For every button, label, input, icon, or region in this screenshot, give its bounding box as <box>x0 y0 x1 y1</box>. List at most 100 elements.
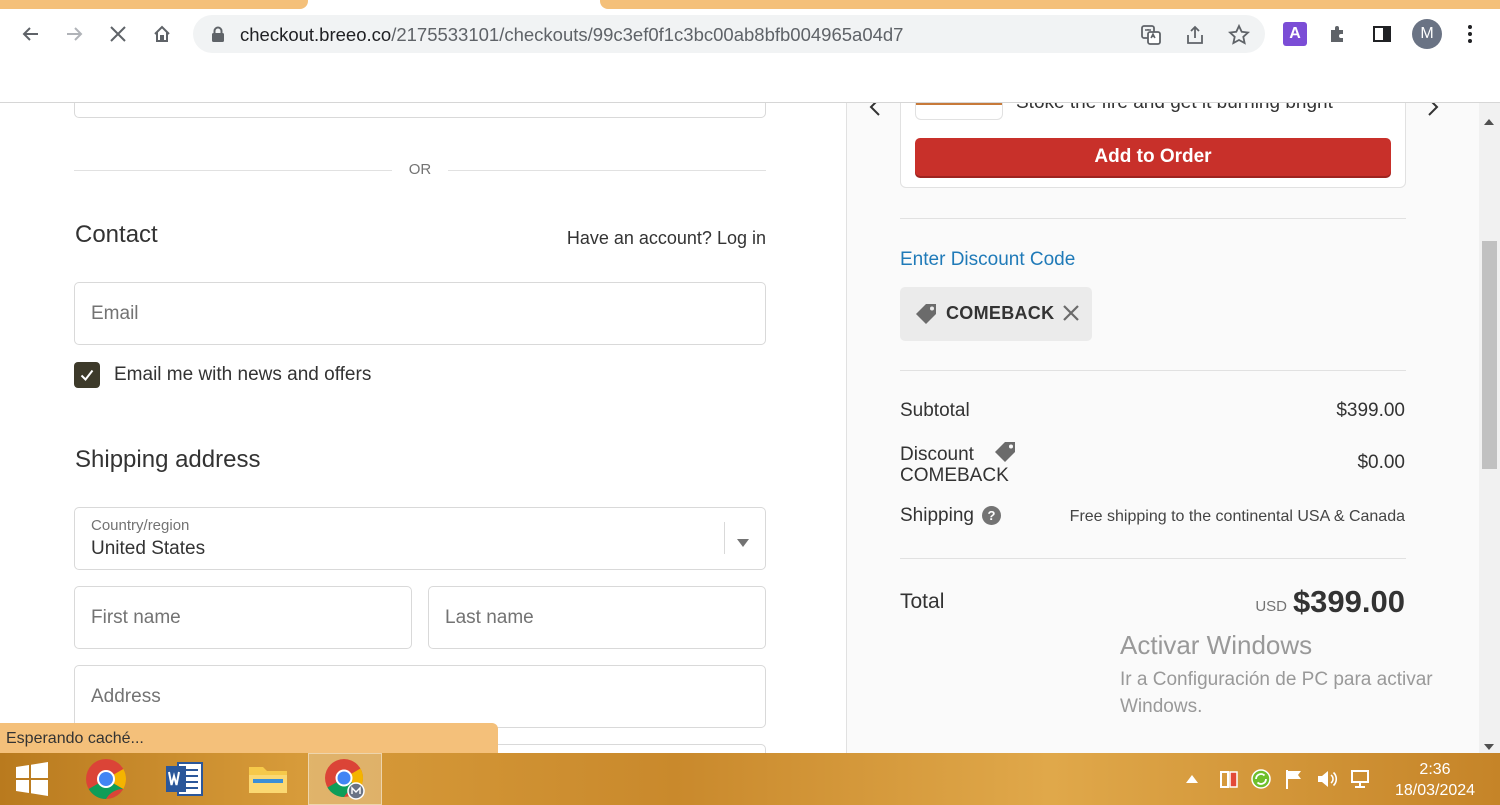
extension-a-button[interactable]: A <box>1281 20 1309 48</box>
loading-status-bubble: Esperando caché... <box>0 723 498 753</box>
url-text: checkout.breeo.co/2175533101/checkouts/9… <box>240 24 903 46</box>
tray-network-icon[interactable] <box>1348 767 1372 791</box>
close-icon <box>1063 305 1079 321</box>
first-name-field[interactable]: First name <box>74 586 412 649</box>
taskbar-file-explorer[interactable] <box>230 753 306 805</box>
email-field[interactable]: Email <box>74 282 766 345</box>
or-divider-left <box>74 170 392 171</box>
last-name-placeholder: Last name <box>445 607 534 628</box>
start-button[interactable] <box>0 753 64 805</box>
enter-discount-code-link[interactable]: Enter Discount Code <box>900 249 1075 271</box>
question-icon[interactable]: ? <box>981 506 1001 526</box>
summary-divider <box>900 370 1406 371</box>
back-button[interactable] <box>16 19 46 49</box>
activation-watermark-subtitle: Ir a Configuración de PC para activar Wi… <box>1120 669 1433 717</box>
or-divider-right <box>448 170 766 171</box>
chrome-profile-icon <box>325 759 365 800</box>
discount-code-text: COMEBACK <box>946 303 1055 323</box>
chevron-down-icon <box>737 534 749 552</box>
extension-a-icon: A <box>1283 22 1307 46</box>
tab-strip <box>0 0 1500 9</box>
side-panel-icon[interactable] <box>1368 20 1396 48</box>
lock-icon <box>211 26 225 48</box>
profile-avatar[interactable]: M <box>1412 19 1442 49</box>
tray-flag-icon[interactable] <box>1282 767 1306 791</box>
or-divider-text: OR <box>408 161 432 178</box>
express-checkout-field[interactable] <box>74 103 766 118</box>
taskbar-clock[interactable]: 2:36 18/03/2024 <box>1380 759 1490 801</box>
url-path: /2175533101/checkouts/99c3ef0f1c3bc00ab8… <box>391 24 904 45</box>
login-prompt: Have an account? Log in <box>567 228 766 249</box>
taskbar-word[interactable] <box>152 753 216 805</box>
menu-kebab-icon[interactable] <box>1456 20 1484 48</box>
tray-overflow-chevron-icon[interactable] <box>1180 767 1204 791</box>
chevron-right-icon <box>1428 103 1439 116</box>
home-icon <box>154 25 170 42</box>
remove-discount-button[interactable] <box>1062 304 1080 327</box>
tray-device-icon[interactable] <box>1217 767 1241 791</box>
total-currency: USD <box>1255 598 1287 615</box>
stop-loading-button[interactable] <box>103 19 133 49</box>
arrow-right-icon <box>67 27 83 41</box>
shipping-label-row: Shipping? <box>900 505 1001 527</box>
taskbar-chrome-active[interactable] <box>308 753 382 805</box>
share-icon[interactable] <box>1184 24 1206 46</box>
login-link[interactable]: Log in <box>717 228 766 248</box>
country-select[interactable]: Country/region United States <box>74 507 766 570</box>
last-name-field[interactable]: Last name <box>428 586 766 649</box>
tab-strip-accent-right <box>600 0 1500 9</box>
summary-divider <box>900 218 1406 219</box>
address-placeholder: Address <box>91 686 161 707</box>
close-icon <box>110 26 126 42</box>
clock-time: 2:36 <box>1419 761 1451 778</box>
translate-icon[interactable] <box>1140 24 1162 46</box>
browser-toolbar: checkout.breeo.co/2175533101/checkouts/9… <box>0 9 1500 59</box>
page-scrollbar[interactable] <box>1479 103 1500 753</box>
summary-divider <box>900 558 1406 559</box>
shipping-address-heading: Shipping address <box>75 446 261 473</box>
checkmark-icon <box>80 369 94 381</box>
folder-icon <box>249 767 287 793</box>
scrollbar-thumb[interactable] <box>1482 241 1497 469</box>
extensions-puzzle-icon[interactable] <box>1324 20 1352 48</box>
windows-logo-icon <box>16 762 48 796</box>
address-bar[interactable]: checkout.breeo.co/2175533101/checkouts/9… <box>193 15 1265 53</box>
total-value: $399.00 <box>1292 584 1405 619</box>
subtotal-label: Subtotal <box>900 400 970 421</box>
upsell-description: Stoke the fire and get it burning bright <box>1016 103 1333 114</box>
tray-sync-icon[interactable] <box>1249 767 1273 791</box>
discount-value: $0.00 <box>1357 452 1405 473</box>
windows-taskbar: 2:36 18/03/2024 <box>0 753 1500 805</box>
arrow-left-icon <box>22 27 38 41</box>
tray-volume-icon[interactable] <box>1315 767 1339 791</box>
select-separator <box>724 522 725 554</box>
chevron-left-icon <box>869 103 880 116</box>
checkout-form-column: OR Contact Have an account? Log in Email… <box>0 103 846 753</box>
tab-strip-accent-left <box>0 0 308 9</box>
address-field[interactable]: Address <box>74 665 766 728</box>
clock-date: 18/03/2024 <box>1394 782 1476 799</box>
scroll-up-arrow-icon[interactable] <box>1484 112 1494 130</box>
total-label: Total <box>900 590 945 613</box>
profile-initial: M <box>1412 19 1442 49</box>
carousel-next-button[interactable] <box>1421 103 1445 119</box>
bookmark-star-icon[interactable] <box>1228 24 1250 46</box>
country-label: Country/region <box>91 517 190 534</box>
upsell-product-image <box>915 103 1003 120</box>
forward-button[interactable] <box>59 19 89 49</box>
chrome-icon <box>86 759 126 799</box>
discount-label: Discount <box>900 444 974 466</box>
first-name-placeholder: First name <box>91 607 181 628</box>
url-host: checkout.breeo.co <box>240 24 392 45</box>
subtotal-value: $399.00 <box>1336 400 1405 421</box>
taskbar-chrome[interactable] <box>74 753 138 805</box>
add-to-order-button[interactable]: Add to Order <box>915 138 1391 176</box>
home-button[interactable] <box>147 19 177 49</box>
newsletter-label: Email me with news and offers <box>114 364 372 385</box>
shipping-label: Shipping <box>900 505 974 526</box>
word-icon <box>166 762 203 796</box>
newsletter-checkbox[interactable] <box>74 362 100 388</box>
tag-icon <box>914 302 940 331</box>
discount-code-chip: COMEBACK <box>900 287 1092 341</box>
carousel-prev-button[interactable] <box>863 103 887 119</box>
